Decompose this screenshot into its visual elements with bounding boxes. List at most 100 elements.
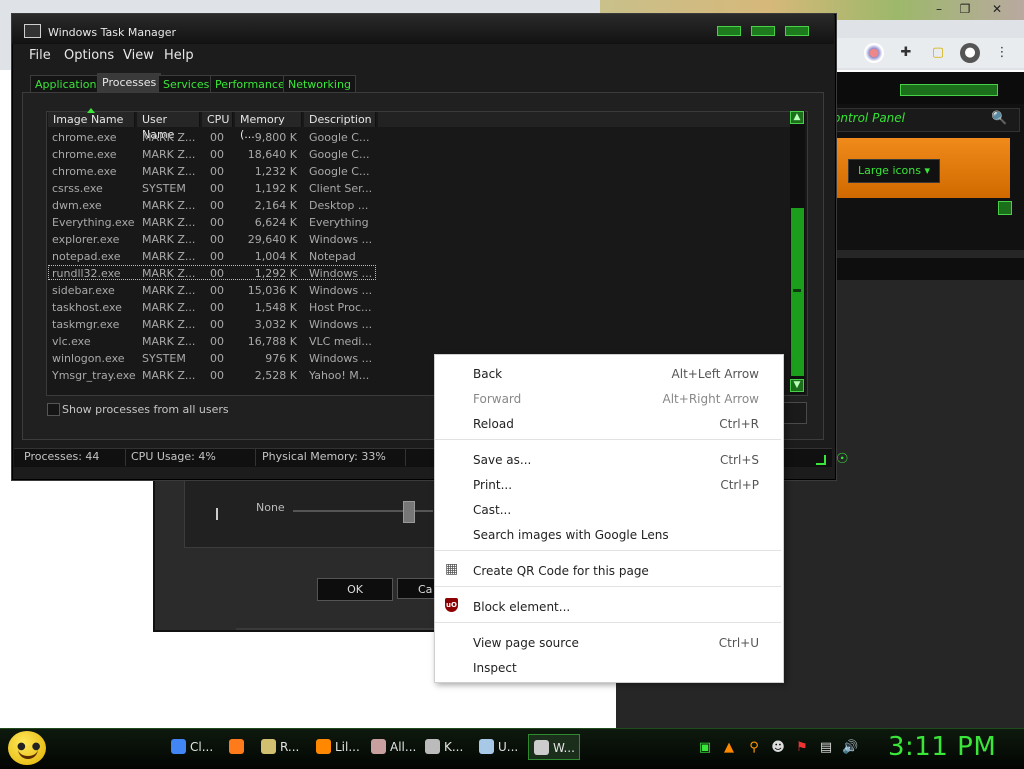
notepad-icon (479, 739, 494, 754)
task-manager-icon (24, 24, 41, 38)
taskbar-button-notepad[interactable]: U... (474, 734, 524, 760)
tray-vlc-icon[interactable]: ▲ (721, 740, 737, 756)
menu-options[interactable]: Options (64, 48, 114, 63)
extension-square-icon[interactable]: ▢ (928, 43, 948, 63)
keyboard-icon (425, 739, 440, 754)
table-cell: 00 (210, 250, 224, 263)
taskbar-button-chrome[interactable]: Cl... (166, 734, 218, 760)
table-cell: chrome.exe (52, 165, 117, 178)
tm-close-button[interactable] (785, 26, 809, 36)
table-cell: 00 (210, 301, 224, 314)
table-cell: SYSTEM (142, 352, 186, 365)
paint-icon (371, 739, 386, 754)
menu-item-label: Block element... (473, 600, 571, 614)
table-cell: MARK Z... (142, 301, 196, 314)
column-header-description[interactable]: Description (304, 112, 376, 127)
status-processes: Processes: 44 (14, 448, 126, 466)
profile-flag-icon[interactable] (864, 43, 884, 63)
tray-search-icon[interactable]: ⚲ (746, 740, 762, 756)
table-cell: Client Ser... (309, 182, 373, 195)
column-header-user-name[interactable]: User Name (137, 112, 200, 141)
window-title: Windows Task Manager (48, 26, 177, 39)
scroll-up-icon[interactable]: ▲ (790, 111, 804, 124)
table-cell: sidebar.exe (52, 284, 115, 297)
table-cell: chrome.exe (52, 148, 117, 161)
table-cell: 1,192 K (254, 182, 297, 195)
menu-item-label: View page source (473, 636, 579, 650)
tray-messenger-icon[interactable]: ☻ (770, 740, 786, 756)
menu-file[interactable]: File (29, 48, 51, 63)
column-header-image-name[interactable]: Image Name (48, 112, 135, 127)
table-cell: Google C... (309, 148, 370, 161)
table-cell: 15,036 K (247, 284, 297, 297)
table-cell: Google C... (309, 131, 370, 144)
table-cell: chrome.exe (52, 131, 117, 144)
table-cell: explorer.exe (52, 233, 120, 246)
slider-thumb[interactable] (403, 501, 415, 523)
table-cell: 2,164 K (254, 199, 297, 212)
table-cell: 9,800 K (254, 131, 297, 144)
table-cell: MARK Z... (142, 318, 196, 331)
account-avatar-icon[interactable]: ● (960, 43, 980, 63)
sort-arrow-icon (87, 108, 95, 113)
table-cell: csrss.exe (52, 182, 103, 195)
menu-item-label: Create QR Code for this page (473, 564, 649, 578)
taskbar-button-keyboard[interactable]: K... (420, 734, 470, 760)
menu-separator (435, 550, 781, 551)
search-icon[interactable]: 🔍 (991, 111, 1007, 126)
view-by-dropdown[interactable]: Large icons ▾ (848, 159, 940, 183)
header-filler (378, 112, 790, 127)
tray-volume-icon[interactable]: 🔊 (842, 740, 858, 756)
table-cell: 6,624 K (254, 216, 297, 229)
scroll-arrow-icon[interactable] (998, 201, 1012, 215)
table-cell: Notepad (309, 250, 356, 263)
selected-row-focus (48, 265, 376, 280)
menu-separator (435, 439, 781, 440)
menu-item-label: Print... (473, 478, 513, 492)
table-cell: 00 (210, 148, 224, 161)
control-panel-window-controls[interactable] (900, 84, 998, 96)
table-cell: Everything (309, 216, 369, 229)
close-icon[interactable]: ✕ (986, 1, 1008, 17)
tray-green-square-icon[interactable]: ▣ (697, 740, 713, 756)
tab-processes[interactable]: Processes (97, 73, 162, 94)
taskbar-button-firefox[interactable] (224, 734, 252, 760)
extensions-icon[interactable]: ✚ (896, 43, 916, 63)
table-cell: Host Proc... (309, 301, 372, 314)
table-cell: 1,232 K (254, 165, 297, 178)
column-header-cpu[interactable]: CPU (202, 112, 233, 127)
table-cell: MARK Z... (142, 233, 196, 246)
table-cell: 18,640 K (247, 148, 297, 161)
document-icon (261, 739, 276, 754)
show-all-processes-checkbox[interactable] (47, 403, 60, 416)
taskbar-button-label: K... (444, 740, 464, 754)
table-cell: 00 (210, 216, 224, 229)
tm-maximize-button[interactable] (751, 26, 775, 36)
menu-item-label: Cast... (473, 503, 512, 517)
maximize-icon[interactable]: ❐ (954, 1, 976, 17)
table-cell: 00 (210, 165, 224, 178)
show-all-processes-label: Show processes from all users (62, 403, 229, 416)
taskbar-button-paint[interactable]: All... (366, 734, 416, 760)
menu-item-label: Reload (473, 417, 514, 431)
table-cell: dwm.exe (52, 199, 102, 212)
table-cell: MARK Z... (142, 199, 196, 212)
menu-view[interactable]: View (123, 48, 154, 63)
minimize-icon[interactable]: – (928, 1, 950, 17)
resize-grip-icon[interactable] (816, 455, 826, 465)
taskbar-clock[interactable]: 3:11 PM (888, 732, 996, 762)
table-cell: MARK Z... (142, 165, 196, 178)
taskbar-button-vlc[interactable]: Lil... (311, 734, 361, 760)
ok-button[interactable]: OK (317, 578, 393, 601)
menu-help[interactable]: Help (164, 48, 194, 63)
taskbar-button-document[interactable]: R... (256, 734, 306, 760)
tray-action-center-flag-icon[interactable]: ⚑ (794, 740, 810, 756)
tray-network-icon[interactable]: ▤ (818, 740, 834, 756)
kebab-menu-icon[interactable]: ⋮ (992, 43, 1012, 63)
scroll-down-icon[interactable]: ▼ (790, 379, 804, 392)
taskbar-button-taskmanager[interactable]: W... (528, 734, 580, 760)
tm-minimize-button[interactable] (717, 26, 741, 36)
scrollbar-thumb[interactable] (791, 208, 804, 376)
table-cell: 00 (210, 369, 224, 382)
column-header-memory[interactable]: Memory (... (235, 112, 302, 141)
